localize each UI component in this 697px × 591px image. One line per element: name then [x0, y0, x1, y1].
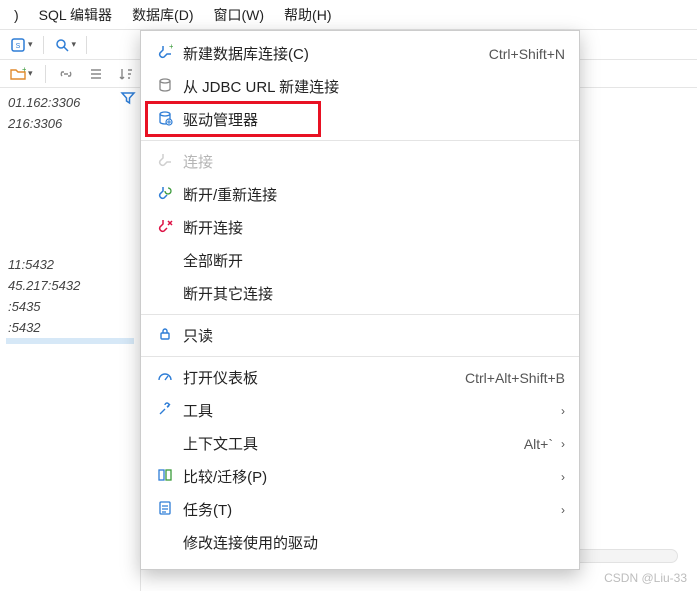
- database-icon: [153, 77, 177, 96]
- tasks-icon: [153, 500, 177, 519]
- link-icon: [58, 66, 74, 82]
- menubar: ) SQL 编辑器 数据库(D) 窗口(W) 帮助(H): [0, 0, 697, 30]
- svg-text:+: +: [22, 66, 26, 74]
- menu-disconnect[interactable]: 断开连接: [141, 211, 579, 244]
- menu-separator: [141, 140, 579, 141]
- toolbar-sql-button[interactable]: S ▾: [6, 35, 37, 55]
- menu-item-database[interactable]: 数据库(D): [122, 1, 203, 29]
- plug-refresh-icon: [153, 185, 177, 204]
- chevron-right-icon: ›: [553, 470, 565, 484]
- toolbar-separator: [45, 65, 46, 83]
- menu-readonly[interactable]: 只读: [141, 319, 579, 352]
- menu-shortcut: Ctrl+Shift+N: [489, 46, 565, 62]
- plug-icon: [153, 152, 177, 171]
- menu-label: 从 JDBC URL 新建连接: [177, 76, 565, 97]
- tree-item[interactable]: 01.162:3306: [6, 92, 134, 113]
- menu-label: 工具: [177, 400, 553, 421]
- menu-item-window[interactable]: 窗口(W): [204, 1, 275, 29]
- menu-label: 打开仪表板: [177, 367, 465, 388]
- folder-plus-icon: +: [10, 66, 26, 82]
- menu-dashboard[interactable]: 打开仪表板 Ctrl+Alt+Shift+B: [141, 361, 579, 394]
- menu-change-driver[interactable]: 修改连接使用的驱动: [141, 526, 579, 559]
- menu-new-jdbc[interactable]: 从 JDBC URL 新建连接: [141, 70, 579, 103]
- filter-icon[interactable]: [120, 90, 136, 109]
- menu-shortcut: Ctrl+Alt+Shift+B: [465, 370, 565, 386]
- toolbar-separator: [86, 36, 87, 54]
- menu-separator: [141, 314, 579, 315]
- collapse-icon: [88, 66, 104, 82]
- toolbar-collapse-button[interactable]: [84, 64, 108, 84]
- menu-label: 新建数据库连接(C): [177, 43, 489, 64]
- menu-label: 上下文工具: [177, 433, 524, 454]
- tree-gap: [6, 134, 134, 174]
- menu-tools[interactable]: 工具 ›: [141, 394, 579, 427]
- chevron-right-icon: ›: [553, 437, 565, 451]
- menu-label: 断开其它连接: [177, 283, 565, 304]
- menu-item-sql-editor[interactable]: SQL 编辑器: [29, 1, 122, 29]
- lock-icon: [153, 326, 177, 345]
- tree-item[interactable]: :5435: [6, 296, 134, 317]
- menu-driver-manager[interactable]: 驱动管理器: [141, 103, 579, 136]
- menu-tasks[interactable]: 任务(T) ›: [141, 493, 579, 526]
- toolbar-sort-button[interactable]: [114, 64, 138, 84]
- menu-connect: 连接: [141, 145, 579, 178]
- compare-icon: [153, 467, 177, 486]
- toolbar-separator: [43, 36, 44, 54]
- search-icon: [54, 37, 70, 53]
- tree-gap: [6, 174, 134, 214]
- gauge-icon: [153, 368, 177, 387]
- database-menu-dropdown: + 新建数据库连接(C) Ctrl+Shift+N 从 JDBC URL 新建连…: [140, 30, 580, 570]
- chevron-right-icon: ›: [553, 404, 565, 418]
- watermark: CSDN @Liu-33: [604, 571, 687, 585]
- menu-label: 连接: [177, 151, 565, 172]
- menu-label: 驱动管理器: [177, 109, 565, 130]
- driver-icon: [153, 110, 177, 129]
- menu-item-trailing[interactable]: ): [4, 3, 29, 27]
- tree-item[interactable]: 216:3306: [6, 113, 134, 134]
- menu-label: 断开连接: [177, 217, 565, 238]
- menu-label: 修改连接使用的驱动: [177, 532, 565, 553]
- menu-label: 只读: [177, 325, 565, 346]
- sql-icon: S: [10, 37, 26, 53]
- svg-text:+: +: [169, 44, 173, 51]
- toolbar-search-button[interactable]: ▾: [50, 35, 81, 55]
- toolbar-link-button[interactable]: [54, 64, 78, 84]
- menu-label: 任务(T): [177, 499, 553, 520]
- chevron-down-icon: ▾: [28, 68, 33, 79]
- menu-label: 断开/重新连接: [177, 184, 565, 205]
- menu-shortcut: Alt+`: [524, 436, 553, 452]
- menu-label: 比较/迁移(P): [177, 466, 553, 487]
- tree-item-selected[interactable]: [6, 338, 134, 344]
- menu-disconnect-all[interactable]: 全部断开: [141, 244, 579, 277]
- menu-label: 全部断开: [177, 250, 565, 271]
- menu-separator: [141, 356, 579, 357]
- menu-reconnect[interactable]: 断开/重新连接: [141, 178, 579, 211]
- tree-item[interactable]: 11:5432: [6, 254, 134, 275]
- tree-item[interactable]: :5432: [6, 317, 134, 338]
- chevron-down-icon: ▾: [28, 39, 33, 50]
- tree-gap: [6, 214, 134, 254]
- plug-x-icon: [153, 218, 177, 237]
- menu-item-help[interactable]: 帮助(H): [274, 1, 341, 29]
- tree-item[interactable]: 45.217:5432: [6, 275, 134, 296]
- chevron-right-icon: ›: [553, 503, 565, 517]
- menu-context-tools[interactable]: 上下文工具 Alt+` ›: [141, 427, 579, 460]
- toolbar-folder-button[interactable]: + ▾: [6, 64, 37, 84]
- menu-new-connection[interactable]: + 新建数据库连接(C) Ctrl+Shift+N: [141, 37, 579, 70]
- sort-icon: [118, 66, 134, 82]
- menu-compare[interactable]: 比较/迁移(P) ›: [141, 460, 579, 493]
- plug-plus-icon: +: [153, 44, 177, 63]
- menu-disconnect-others[interactable]: 断开其它连接: [141, 277, 579, 310]
- connection-tree: 01.162:3306 216:3306 11:5432 45.217:5432…: [0, 88, 140, 591]
- tools-icon: [153, 401, 177, 420]
- chevron-down-icon: ▾: [72, 39, 77, 50]
- svg-text:S: S: [16, 43, 21, 50]
